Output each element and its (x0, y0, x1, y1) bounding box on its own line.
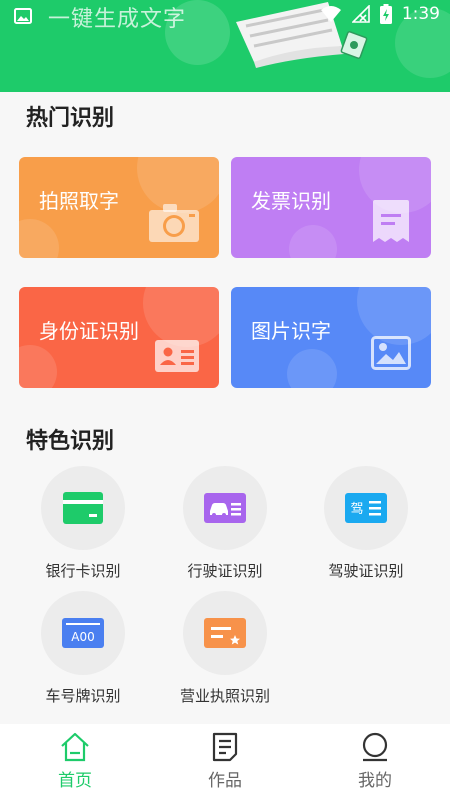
nav-label: 首页 (58, 771, 92, 791)
document-icon (212, 732, 238, 762)
signal-icon (351, 5, 370, 23)
decor-circle (19, 219, 59, 258)
nav-profile[interactable]: 我的 (300, 724, 450, 800)
section-title-hot: 热门识别 (26, 106, 115, 131)
id-card-icon (155, 340, 199, 372)
feature-icon-circle: A00 (41, 591, 125, 675)
feature-icon-circle: 驾 (324, 466, 408, 550)
wifi-icon (320, 6, 341, 22)
feature-bank-card[interactable]: 银行卡识别 (13, 466, 153, 581)
home-icon (61, 732, 89, 762)
card-image-text[interactable]: 图片识字 (231, 287, 431, 388)
card-photo-text[interactable]: 拍照取字 (19, 157, 219, 258)
app-title: 一键生成文字 (48, 7, 187, 32)
decor-circle (287, 349, 337, 388)
image-icon (371, 336, 411, 370)
feature-icon-circle (183, 591, 267, 675)
status-time: 1:39 (401, 4, 440, 24)
battery-charging-icon (379, 4, 392, 24)
nav-label: 作品 (208, 771, 242, 791)
plate-text: A00 (71, 630, 94, 644)
card-label: 发票识别 (251, 189, 331, 213)
driver-license-glyph: 驾 (350, 502, 363, 517)
feature-business-license[interactable]: 营业执照识别 (155, 591, 295, 706)
nav-works[interactable]: 作品 (150, 724, 300, 800)
profile-icon (362, 732, 388, 762)
feature-label: 车号牌识别 (45, 687, 121, 705)
card-label: 图片识字 (251, 319, 331, 343)
driver-license-icon: 驾 (345, 493, 387, 523)
bank-card-icon (63, 492, 103, 524)
feature-vehicle-license[interactable]: 行驶证识别 (155, 466, 295, 581)
decor-circle (19, 345, 57, 388)
feature-label: 营业执照识别 (179, 687, 270, 705)
card-invoice[interactable]: 发票识别 (231, 157, 431, 258)
feature-label: 行驶证识别 (187, 562, 263, 580)
vehicle-license-icon (204, 493, 246, 523)
nav-home[interactable]: 首页 (0, 724, 150, 800)
feature-label: 银行卡识别 (45, 562, 121, 580)
header-banner: 一键生成文字 1:39 (0, 0, 450, 92)
camera-icon (149, 204, 199, 242)
image-notification-icon (14, 8, 32, 24)
feature-driver-license[interactable]: 驾 驾驶证识别 (296, 466, 436, 581)
receipt-icon (373, 200, 409, 242)
business-license-icon (204, 618, 246, 648)
nav-label: 我的 (358, 771, 392, 791)
card-label: 拍照取字 (39, 189, 119, 213)
section-title-features: 特色识别 (26, 429, 115, 454)
feature-icon-circle (41, 466, 125, 550)
decor-circle (289, 225, 337, 258)
license-plate-icon: A00 (62, 618, 104, 648)
decor-circle (143, 287, 219, 347)
feature-license-plate[interactable]: A00 车号牌识别 (13, 591, 153, 706)
card-id-card[interactable]: 身份证识别 (19, 287, 219, 388)
bottom-nav: 首页 作品 我的 (0, 724, 450, 800)
status-bar: 一键生成文字 1:39 (0, 0, 450, 32)
feature-icon-circle (183, 466, 267, 550)
feature-label: 驾驶证识别 (328, 562, 404, 580)
card-label: 身份证识别 (39, 319, 139, 343)
